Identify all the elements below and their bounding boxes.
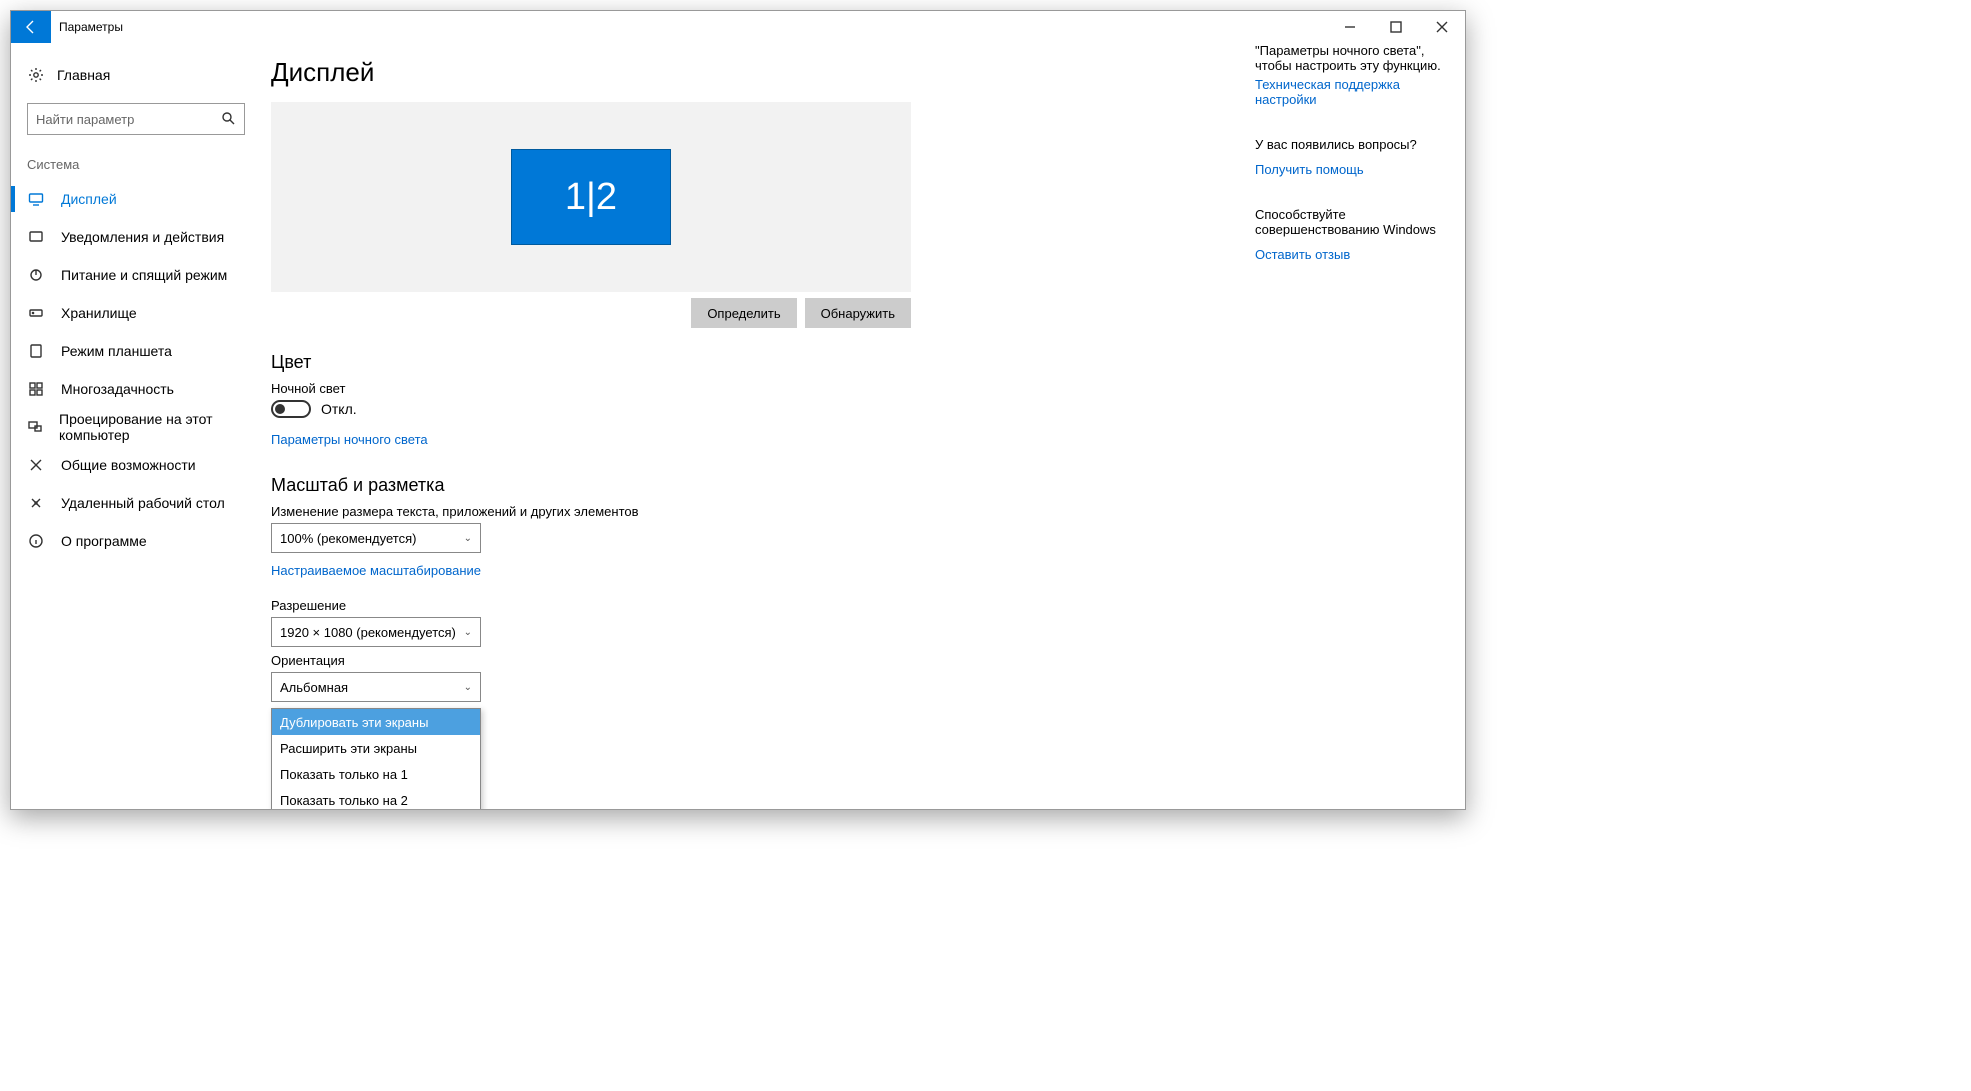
sidebar-item-multitask[interactable]: Многозадачность [11, 370, 261, 408]
window-controls [1327, 11, 1465, 43]
sidebar-item-label: Хранилище [61, 305, 137, 321]
search-placeholder: Найти параметр [36, 112, 220, 127]
shared-icon [27, 457, 45, 473]
help-pane: "Параметры ночного света", чтобы настрои… [1255, 43, 1465, 809]
color-heading: Цвет [271, 352, 1235, 373]
get-help-link[interactable]: Получить помощь [1255, 162, 1364, 177]
sidebar-item-projecting[interactable]: Проецирование на этот компьютер [11, 408, 261, 446]
minimize-button[interactable] [1327, 11, 1373, 43]
night-light-label: Ночной свет [271, 381, 1235, 396]
custom-scaling-link[interactable]: Настраиваемое масштабирование [271, 563, 481, 578]
main-content: Дисплей 1|2 Определить Обнаружить Цвет Н… [261, 43, 1255, 809]
scale-label: Изменение размера текста, приложений и д… [271, 504, 1235, 519]
gear-icon [27, 67, 45, 83]
chevron-down-icon: ⌄ [464, 533, 472, 544]
sidebar-item-label: Многозадачность [61, 381, 174, 397]
notifications-icon [27, 229, 45, 245]
feedback-heading: Способствуйте совершенствованию Windows [1255, 207, 1455, 237]
maximize-button[interactable] [1373, 11, 1419, 43]
sidebar-item-label: Дисплей [61, 191, 117, 207]
feedback-link[interactable]: Оставить отзыв [1255, 247, 1350, 262]
project-icon [27, 419, 43, 435]
info-icon [27, 533, 45, 549]
sidebar-item-tablet[interactable]: Режим планшета [11, 332, 261, 370]
resolution-value: 1920 × 1080 (рекомендуется) [280, 625, 456, 640]
titlebar: Параметры [11, 11, 1465, 43]
orientation-label: Ориентация [271, 653, 1235, 668]
sidebar-item-power[interactable]: Питание и спящий режим [11, 256, 261, 294]
monitor-label: 1|2 [565, 176, 617, 219]
power-icon [27, 267, 45, 283]
chevron-down-icon: ⌄ [464, 627, 472, 638]
sidebar-item-label: Удаленный рабочий стол [61, 495, 225, 511]
monitor-tile[interactable]: 1|2 [511, 149, 671, 245]
night-light-state: Откл. [321, 401, 357, 417]
window-title: Параметры [51, 20, 123, 34]
sidebar: Главная Найти параметр Система Дисплей У… [11, 43, 261, 809]
page-title: Дисплей [271, 57, 1235, 88]
dropdown-option[interactable]: Показать только на 2 [272, 787, 480, 809]
identify-button[interactable]: Определить [691, 298, 796, 328]
resolution-label: Разрешение [271, 598, 1235, 613]
questions-heading: У вас появились вопросы? [1255, 137, 1455, 152]
display-icon [27, 191, 45, 207]
dropdown-option[interactable]: Дублировать эти экраны [272, 709, 480, 735]
sidebar-home-label: Главная [57, 67, 110, 83]
monitors-buttons: Определить Обнаружить [271, 298, 911, 328]
tablet-icon [27, 343, 45, 359]
sidebar-item-shared[interactable]: Общие возможности [11, 446, 261, 484]
multitask-icon [27, 381, 45, 397]
search-input[interactable]: Найти параметр [27, 103, 245, 135]
sidebar-item-storage[interactable]: Хранилище [11, 294, 261, 332]
sidebar-item-notifications[interactable]: Уведомления и действия [11, 218, 261, 256]
monitors-preview[interactable]: 1|2 [271, 102, 911, 292]
resolution-dropdown[interactable]: 1920 × 1080 (рекомендуется) ⌄ [271, 617, 481, 647]
close-button[interactable] [1419, 11, 1465, 43]
sidebar-item-label: Общие возможности [61, 457, 196, 473]
sidebar-section-title: Система [11, 153, 261, 180]
sidebar-item-label: Проецирование на этот компьютер [59, 411, 261, 443]
back-button[interactable] [11, 11, 51, 43]
orientation-value: Альбомная [280, 680, 348, 695]
remote-icon [27, 495, 45, 511]
settings-window: Параметры Главная Найти параметр [10, 10, 1466, 810]
sidebar-item-remote[interactable]: Удаленный рабочий стол [11, 484, 261, 522]
sidebar-item-label: Питание и спящий режим [61, 267, 227, 283]
support-link[interactable]: Техническая поддержка настройки [1255, 77, 1455, 107]
tip-text: "Параметры ночного света", чтобы настрои… [1255, 43, 1455, 73]
dropdown-option[interactable]: Расширить эти экраны [272, 735, 480, 761]
night-light-toggle[interactable] [271, 400, 311, 418]
night-light-settings-link[interactable]: Параметры ночного света [271, 432, 428, 447]
sidebar-item-label: Уведомления и действия [61, 229, 224, 245]
sidebar-item-label: Режим планшета [61, 343, 172, 359]
sidebar-item-display[interactable]: Дисплей [11, 180, 261, 218]
chevron-down-icon: ⌄ [464, 682, 472, 693]
storage-icon [27, 305, 45, 321]
search-icon [220, 110, 236, 129]
orientation-dropdown[interactable]: Альбомная ⌄ [271, 672, 481, 702]
scale-value: 100% (рекомендуется) [280, 531, 416, 546]
sidebar-home[interactable]: Главная [11, 55, 261, 95]
sidebar-item-label: О программе [61, 533, 147, 549]
multiple-displays-dropdown-list: Дублировать эти экраны Расширить эти экр… [271, 708, 481, 809]
dropdown-option[interactable]: Показать только на 1 [272, 761, 480, 787]
detect-button[interactable]: Обнаружить [805, 298, 911, 328]
sidebar-item-about[interactable]: О программе [11, 522, 261, 560]
scale-heading: Масштаб и разметка [271, 475, 1235, 496]
scale-dropdown[interactable]: 100% (рекомендуется) ⌄ [271, 523, 481, 553]
